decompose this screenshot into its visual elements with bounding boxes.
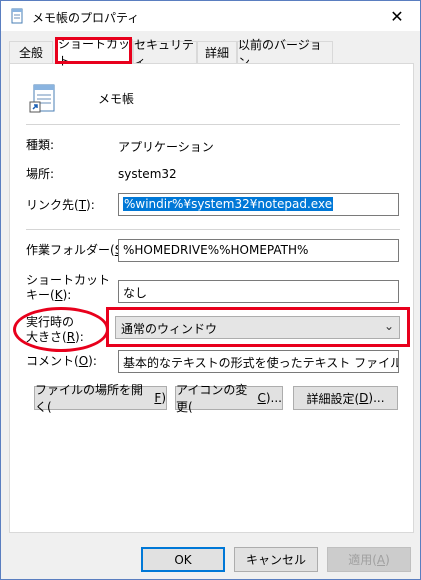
- tab-shortcut[interactable]: ショートカット: [57, 37, 133, 68]
- change-icon-button[interactable]: アイコンの変更(C)...: [175, 383, 283, 414]
- target-label: リンク先(T):: [26, 198, 95, 212]
- notepad-icon: [11, 8, 23, 24]
- title-bar: メモ帳のプロパティ ✕: [1, 1, 420, 31]
- run-value: 通常のウィンドウ: [121, 322, 218, 336]
- shortcut-key-label: ショートカット キー(K):: [26, 273, 111, 302]
- run-label: 実行時の 大きさ(R):: [26, 315, 84, 344]
- comment-value: 基本的なテキストの形式を使ったテキスト ファイルの表示と編: [123, 356, 399, 370]
- shortcut-key-input[interactable]: なし: [118, 280, 399, 303]
- start-in-value: %HOMEDRIVE%%HOMEPATH%: [123, 243, 309, 257]
- chevron-down-icon: ⌄: [383, 319, 394, 333]
- tab-details[interactable]: 詳細: [197, 41, 237, 63]
- tab-security[interactable]: セキュリティ: [133, 38, 197, 69]
- tab-label: 全般: [18, 46, 43, 60]
- advanced-button[interactable]: 詳細設定(D)...: [293, 386, 398, 410]
- ok-button[interactable]: OK: [141, 547, 225, 572]
- type-value: アプリケーション: [118, 140, 214, 154]
- close-button[interactable]: ✕: [374, 1, 420, 31]
- close-icon: ✕: [390, 6, 404, 26]
- comment-label: コメント(O):: [26, 354, 97, 368]
- tab-general[interactable]: 全般: [9, 41, 53, 63]
- run-select[interactable]: 通常のウィンドウ ⌄: [115, 316, 400, 339]
- shortcut-name: メモ帳: [98, 92, 135, 106]
- window-title: メモ帳のプロパティ: [32, 11, 140, 25]
- type-label: 種類:: [26, 138, 55, 152]
- start-in-input[interactable]: %HOMEDRIVE%%HOMEPATH%: [118, 239, 399, 262]
- shortcut-panel: メモ帳 種類: アプリケーション 場所: system32 リンク先(T): %…: [9, 63, 414, 533]
- tab-previous-versions[interactable]: 以前のバージョン: [237, 38, 333, 69]
- tab-label: ショートカット: [58, 37, 131, 68]
- shortcut-key-value: なし: [123, 286, 148, 300]
- divider: [26, 124, 400, 125]
- tab-label: 詳細: [204, 46, 229, 60]
- location-label: 場所:: [26, 167, 55, 181]
- apply-button[interactable]: 適用(A): [327, 547, 411, 572]
- notepad-shortcut-icon: [29, 84, 55, 113]
- divider: [26, 229, 400, 230]
- target-value: %windir%¥system32¥notepad.exe: [123, 197, 334, 211]
- open-file-location-button[interactable]: ファイルの場所を開く(F): [34, 383, 167, 414]
- cancel-button[interactable]: キャンセル: [234, 547, 318, 572]
- start-in-label: 作業フォルダー(S):: [26, 243, 131, 257]
- comment-input[interactable]: 基本的なテキストの形式を使ったテキスト ファイルの表示と編: [118, 350, 399, 373]
- target-input[interactable]: %windir%¥system32¥notepad.exe: [118, 193, 399, 216]
- properties-dialog: メモ帳のプロパティ ✕ 全般 ショートカット セキュリティ 詳細 以前のバージョ…: [0, 0, 421, 580]
- location-value: system32: [118, 167, 177, 181]
